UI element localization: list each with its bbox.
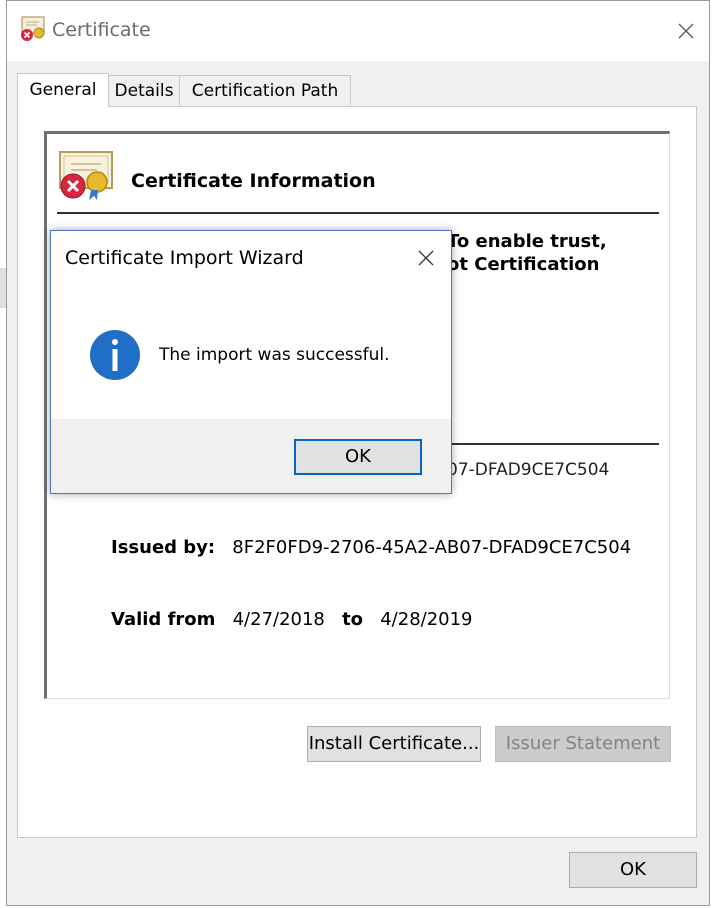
issued-by-row: Issued by: 8F2F0FD9-2706-45A2-AB07-DFAD9… (111, 537, 631, 558)
dialog-close-button[interactable] (411, 243, 441, 273)
valid-to-value: 4/28/2019 (380, 609, 473, 630)
close-icon (418, 250, 434, 266)
certificate-error-icon (59, 151, 113, 200)
dialog-ok-button[interactable]: OK (294, 439, 422, 475)
issuer-statement-button[interactable]: Issuer Statement (495, 726, 671, 762)
issued-by-label: Issued by: (111, 537, 216, 558)
tab-certification-path[interactable]: Certification Path (179, 75, 351, 105)
certificate-error-icon (21, 16, 45, 41)
issued-by-value: 8F2F0FD9-2706-45A2-AB07-DFAD9CE7C504 (232, 537, 632, 558)
install-certificate-button[interactable]: Install Certificate... (307, 726, 481, 762)
tab-general[interactable]: General (17, 73, 109, 107)
issued-to-partial: 07-DFAD9CE7C504 (447, 460, 610, 480)
valid-to-label: to (342, 609, 364, 630)
close-icon (678, 23, 694, 39)
window-title: Certificate (52, 19, 151, 41)
ok-button[interactable]: OK (569, 852, 697, 888)
valid-from-row: Valid from 4/27/2018 to 4/28/2019 (111, 609, 473, 630)
import-wizard-dialog: Certificate Import Wizard The import was… (50, 230, 452, 494)
dialog-title: Certificate Import Wizard (65, 247, 304, 269)
valid-from-value: 4/27/2018 (232, 609, 325, 630)
valid-from-label: Valid from (111, 609, 216, 630)
title-divider (57, 212, 659, 214)
tab-details[interactable]: Details (108, 75, 180, 105)
partial-trust-text-2: ot Certification (447, 254, 600, 275)
window-close-button[interactable] (663, 9, 709, 53)
partial-trust-text-1: To enable trust, (447, 231, 607, 252)
dialog-footer: OK (51, 419, 451, 493)
information-icon (90, 330, 140, 380)
dialog-message: The import was successful. (159, 345, 390, 365)
title-bar: Certificate (7, 1, 709, 61)
certificate-info-title: Certificate Information (131, 170, 376, 192)
